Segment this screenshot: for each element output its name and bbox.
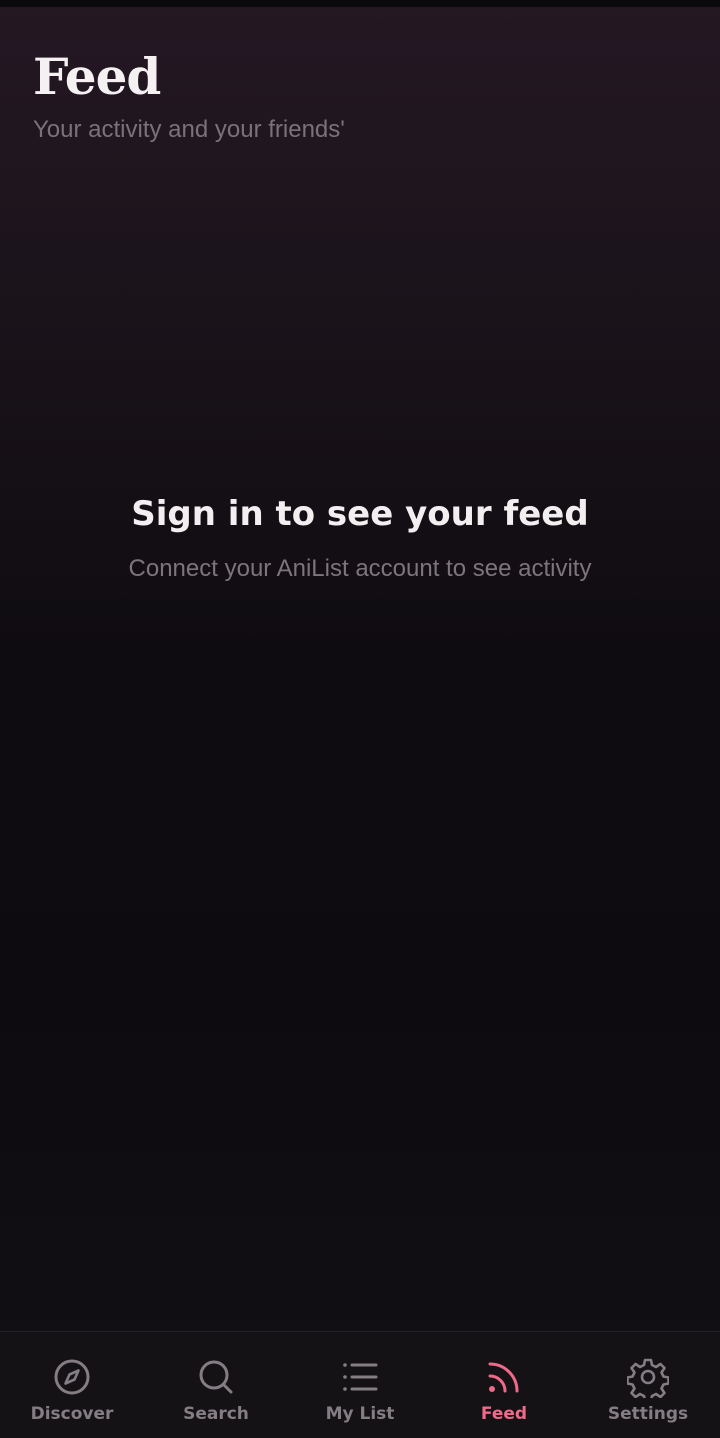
tab-discover[interactable]: Discover <box>0 1332 144 1438</box>
page-header: Feed Your activity and your friends' <box>33 48 345 145</box>
tab-search-label: Search <box>183 1404 249 1424</box>
gear-icon <box>627 1356 669 1398</box>
tab-my-list[interactable]: My List <box>288 1332 432 1438</box>
empty-state-message: Connect your AniList account to see acti… <box>128 555 592 582</box>
tab-settings[interactable]: Settings <box>576 1332 720 1438</box>
status-bar <box>0 0 720 7</box>
compass-icon <box>51 1356 93 1398</box>
feed-screen: Feed Your activity and your friends' Sig… <box>0 0 720 1438</box>
list-icon <box>339 1356 381 1398</box>
tab-feed[interactable]: Feed <box>432 1332 576 1438</box>
tab-search[interactable]: Search <box>144 1332 288 1438</box>
rss-icon <box>483 1356 525 1398</box>
empty-state-title: Sign in to see your feed <box>131 494 589 534</box>
page-subtitle: Your activity and your friends' <box>33 116 345 143</box>
tab-discover-label: Discover <box>30 1404 114 1424</box>
tab-settings-label: Settings <box>607 1404 689 1424</box>
empty-state: Sign in to see your feed Connect your An… <box>0 490 720 584</box>
search-icon <box>195 1356 237 1398</box>
tab-feed-label: Feed <box>480 1404 528 1424</box>
page-title: Feed <box>33 47 161 106</box>
bottom-tab-bar: Discover Search My List Feed Settings <box>0 1331 720 1438</box>
tab-my-list-label: My List <box>325 1404 395 1424</box>
